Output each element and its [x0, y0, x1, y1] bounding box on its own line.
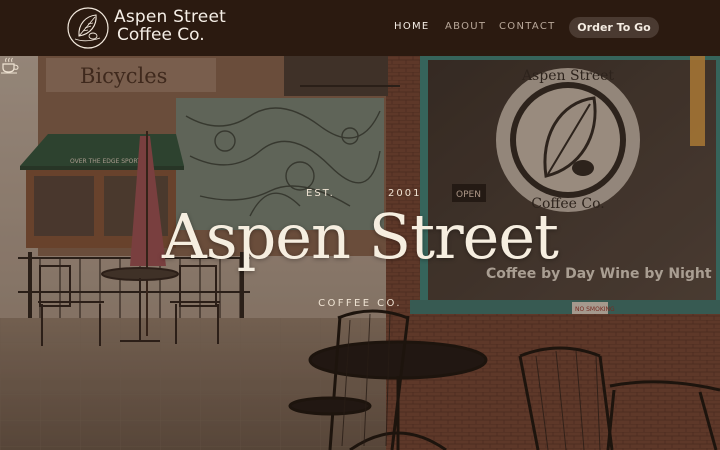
- est-label: EST.: [306, 188, 335, 199]
- aspen-leaf-logo-icon[interactable]: [66, 6, 110, 50]
- hero-subtitle: COFFEE CO.: [318, 298, 402, 309]
- hero-overlay: EST. 2001 Aspen Street COFFEE CO.: [0, 56, 720, 450]
- est-year: 2001: [388, 188, 422, 199]
- brand-name[interactable]: Aspen Street Coffee Co.: [114, 9, 226, 44]
- coffee-cup-icon: [1, 57, 19, 74]
- nav-contact[interactable]: CONTACT: [499, 21, 556, 32]
- order-to-go-button[interactable]: Order To Go: [569, 17, 659, 38]
- nav-home[interactable]: HOME: [394, 21, 430, 32]
- nav-about[interactable]: ABOUT: [445, 21, 486, 32]
- site-header: Aspen Street Coffee Co. HOME ABOUT CONTA…: [0, 0, 720, 56]
- hero-title: Aspen Street: [162, 200, 559, 273]
- brand-line-1: Aspen Street: [114, 7, 226, 27]
- hero-section: Bicycles OVER THE EDGE SPORTS Aspen Stre…: [0, 56, 720, 450]
- brand-line-2: Coffee Co.: [117, 25, 205, 45]
